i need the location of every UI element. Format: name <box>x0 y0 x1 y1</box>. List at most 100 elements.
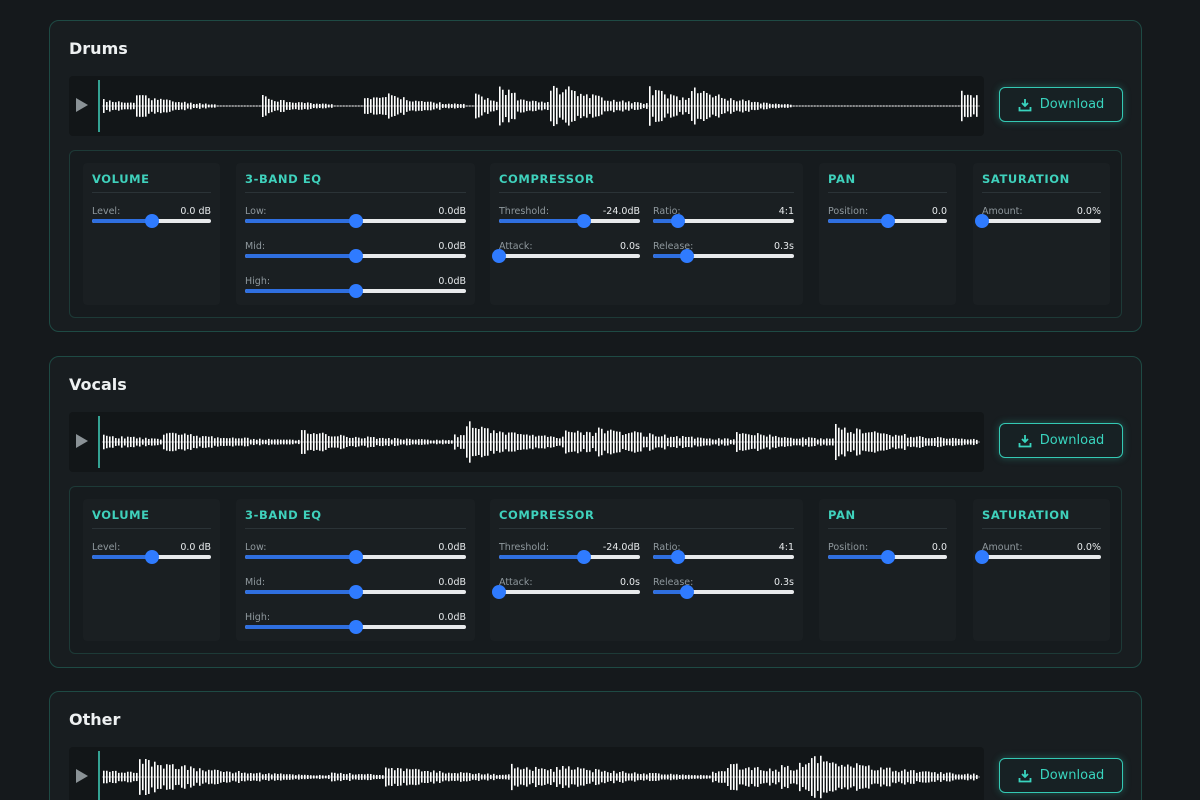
attack-slider[interactable] <box>492 585 640 599</box>
download-icon <box>1018 769 1032 783</box>
play-icon <box>76 434 88 448</box>
volume-group: VOLUME Level: 0.0 dB <box>83 499 220 641</box>
mid-label: Mid: <box>245 577 266 588</box>
slider-thumb[interactable] <box>348 284 363 298</box>
low-value: 0.0dB <box>438 542 466 553</box>
download-button[interactable]: Download <box>999 423 1123 458</box>
compressor-title: COMPRESSOR <box>499 508 794 529</box>
pan-title: PAN <box>828 508 947 529</box>
slider-thumb[interactable] <box>671 550 686 564</box>
saturation-group: SATURATION Amount: 0.0% <box>973 163 1110 305</box>
mid-slider[interactable] <box>245 585 466 599</box>
slider-thumb[interactable] <box>348 550 363 564</box>
ratio-slider[interactable] <box>653 214 794 228</box>
position-label: Position: <box>828 206 869 217</box>
release-value: 0.3s <box>773 241 794 252</box>
slider-thumb[interactable] <box>671 214 686 228</box>
threshold-value: -24.0dB <box>602 542 640 553</box>
release-slider[interactable] <box>653 585 794 599</box>
eq-group: 3-BAND EQ Low: 0.0dB Mid: 0.0dB High: 0.… <box>236 163 475 305</box>
volume-title: VOLUME <box>92 508 211 529</box>
waveform[interactable] <box>98 76 980 136</box>
slider-thumb[interactable] <box>975 214 989 228</box>
slider-thumb[interactable] <box>348 585 363 599</box>
effects-panel: VOLUME Level: 0.0 dB 3-BAND EQ Low: 0.0d… <box>69 150 1122 318</box>
slider-thumb[interactable] <box>348 249 363 263</box>
level-slider[interactable] <box>92 550 211 564</box>
level-label: Level: <box>92 542 121 553</box>
waveform[interactable] <box>98 412 980 472</box>
high-slider[interactable] <box>245 620 466 634</box>
audio-player <box>69 747 984 800</box>
high-label: High: <box>245 612 271 623</box>
position-slider[interactable] <box>828 550 947 564</box>
threshold-label: Threshold: <box>499 206 550 217</box>
compressor-title: COMPRESSOR <box>499 172 794 193</box>
threshold-slider[interactable] <box>499 550 640 564</box>
level-value: 0.0 dB <box>180 542 211 553</box>
pan-title: PAN <box>828 172 947 193</box>
track-title: Drums <box>69 39 128 58</box>
level-value: 0.0 dB <box>180 206 211 217</box>
play-button[interactable] <box>75 97 89 113</box>
slider-thumb[interactable] <box>679 249 694 263</box>
low-value: 0.0dB <box>438 206 466 217</box>
slider-thumb[interactable] <box>144 214 159 228</box>
pan-group: PAN Position: 0.0 <box>819 163 956 305</box>
play-button[interactable] <box>75 768 89 784</box>
ratio-value: 4:1 <box>778 542 794 553</box>
amount-value: 0.0% <box>1076 542 1101 553</box>
attack-value: 0.0s <box>619 577 640 588</box>
download-button[interactable]: Download <box>999 87 1123 122</box>
slider-thumb[interactable] <box>348 620 363 634</box>
track-title: Vocals <box>69 375 127 394</box>
ratio-slider[interactable] <box>653 550 794 564</box>
effects-panel: VOLUME Level: 0.0 dB 3-BAND EQ Low: 0.0d… <box>69 486 1122 654</box>
slider-thumb[interactable] <box>492 249 506 263</box>
download-label: Download <box>1039 768 1105 783</box>
high-value: 0.0dB <box>438 276 466 287</box>
slider-thumb[interactable] <box>348 214 363 228</box>
amount-slider[interactable] <box>975 214 1101 228</box>
attack-slider[interactable] <box>492 249 640 263</box>
waveform[interactable] <box>98 747 980 800</box>
audio-player <box>69 412 984 472</box>
saturation-title: SATURATION <box>982 508 1101 529</box>
play-button[interactable] <box>75 433 89 449</box>
track-title: Other <box>69 710 121 729</box>
threshold-slider[interactable] <box>499 214 640 228</box>
saturation-group: SATURATION Amount: 0.0% <box>973 499 1110 641</box>
slider-thumb[interactable] <box>880 214 895 228</box>
release-value: 0.3s <box>773 577 794 588</box>
position-value: 0.0 <box>931 542 947 553</box>
low-slider[interactable] <box>245 214 466 228</box>
stems-page: Drums Download VOLUME Level: 0.0 dB 3-BA… <box>0 0 1200 800</box>
slider-thumb[interactable] <box>492 585 506 599</box>
threshold-value: -24.0dB <box>602 206 640 217</box>
mid-slider[interactable] <box>245 249 466 263</box>
amount-slider[interactable] <box>975 550 1101 564</box>
slider-thumb[interactable] <box>880 550 895 564</box>
mid-label: Mid: <box>245 241 266 252</box>
download-icon <box>1018 98 1032 112</box>
slider-thumb[interactable] <box>144 550 159 564</box>
high-slider[interactable] <box>245 284 466 298</box>
level-slider[interactable] <box>92 214 211 228</box>
slider-thumb[interactable] <box>679 585 694 599</box>
saturation-title: SATURATION <box>982 172 1101 193</box>
attack-value: 0.0s <box>619 241 640 252</box>
position-slider[interactable] <box>828 214 947 228</box>
pan-group: PAN Position: 0.0 <box>819 499 956 641</box>
high-value: 0.0dB <box>438 612 466 623</box>
amount-value: 0.0% <box>1076 206 1101 217</box>
download-button[interactable]: Download <box>999 758 1123 793</box>
slider-thumb[interactable] <box>975 550 989 564</box>
release-slider[interactable] <box>653 249 794 263</box>
eq-group: 3-BAND EQ Low: 0.0dB Mid: 0.0dB High: 0.… <box>236 499 475 641</box>
compressor-group: COMPRESSOR Threshold: -24.0dB Ratio: 4:1 <box>490 163 803 305</box>
track-card-other: Other Download <box>49 691 1142 800</box>
low-slider[interactable] <box>245 550 466 564</box>
eq-title: 3-BAND EQ <box>245 172 466 193</box>
slider-thumb[interactable] <box>576 214 591 228</box>
slider-thumb[interactable] <box>576 550 591 564</box>
